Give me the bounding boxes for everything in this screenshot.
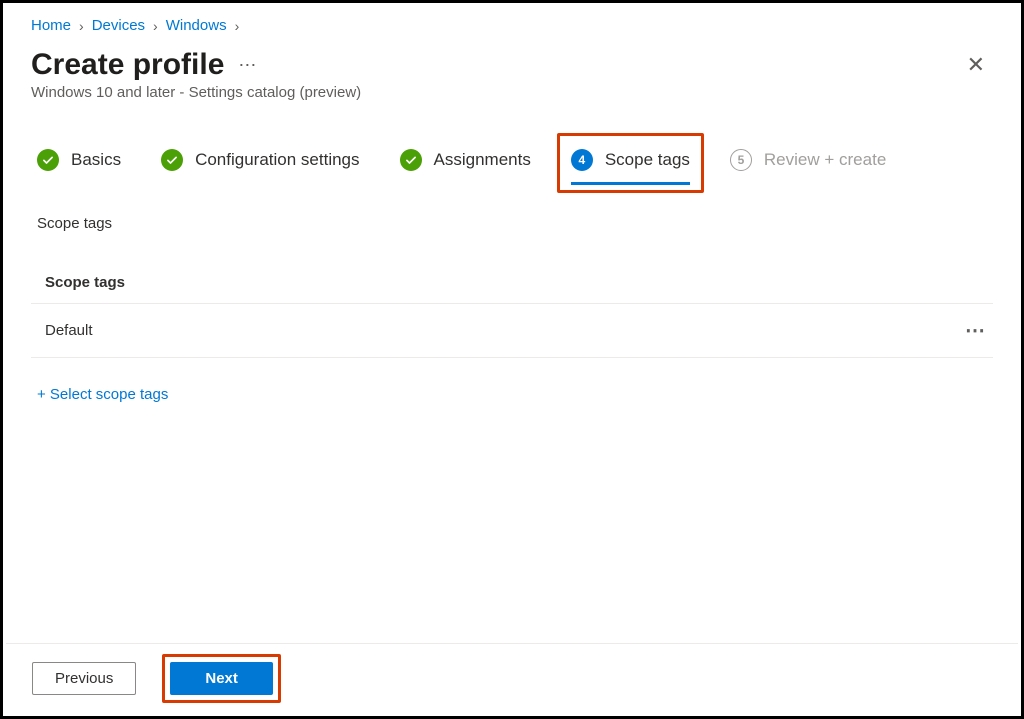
step-label: Scope tags (605, 150, 690, 170)
breadcrumb: Home › Devices › Windows › (31, 17, 993, 34)
table-row: Default ⋯ (31, 304, 993, 358)
page-subtitle: Windows 10 and later - Settings catalog … (31, 84, 993, 101)
step-label: Configuration settings (195, 150, 359, 170)
table-header-scope-tags: Scope tags (31, 274, 993, 304)
step-number-badge: 5 (730, 149, 752, 171)
scope-tag-value: Default (45, 322, 93, 339)
breadcrumb-devices[interactable]: Devices (92, 17, 145, 34)
chevron-right-icon: › (79, 18, 84, 34)
chevron-right-icon: › (235, 18, 240, 34)
row-more-icon[interactable]: ⋯ (965, 318, 987, 343)
step-assignments[interactable]: Assignments (400, 149, 531, 171)
next-button[interactable]: Next (170, 662, 273, 695)
step-basics[interactable]: Basics (37, 149, 121, 171)
step-review-create[interactable]: 5 Review + create (730, 149, 886, 171)
step-label: Review + create (764, 150, 886, 170)
step-number-badge: 4 (571, 149, 593, 171)
previous-button[interactable]: Previous (32, 662, 136, 695)
page-title: Create profile (31, 48, 224, 82)
check-icon (37, 149, 59, 171)
more-options-icon[interactable]: ⋯ (238, 55, 258, 76)
wizard-steps: Basics Configuration settings Assignment… (31, 149, 993, 171)
check-icon (400, 149, 422, 171)
breadcrumb-home[interactable]: Home (31, 17, 71, 34)
step-scope-tags[interactable]: 4 Scope tags (571, 149, 690, 171)
select-scope-tags-link[interactable]: + Select scope tags (31, 386, 993, 403)
step-configuration-settings[interactable]: Configuration settings (161, 149, 359, 171)
check-icon (161, 149, 183, 171)
chevron-right-icon: › (153, 18, 158, 34)
breadcrumb-windows[interactable]: Windows (166, 17, 227, 34)
wizard-footer: Previous Next (6, 643, 1018, 713)
close-icon[interactable]: ✕ (959, 48, 993, 82)
section-label: Scope tags (31, 215, 993, 232)
active-underline (571, 182, 690, 185)
step-label: Basics (71, 150, 121, 170)
step-label: Assignments (434, 150, 531, 170)
